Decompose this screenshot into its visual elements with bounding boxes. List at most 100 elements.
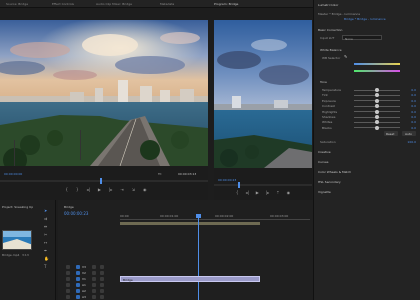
slider-knob[interactable] xyxy=(375,98,379,103)
lumetri-row-slider[interactable] xyxy=(354,120,400,125)
track-sync-icon[interactable] xyxy=(92,289,96,293)
selection-tool-icon[interactable]: ➤ xyxy=(44,208,47,213)
track-select-icon[interactable]: ⇉ xyxy=(44,216,47,221)
sequence-tab[interactable]: Bridge xyxy=(64,205,74,209)
timeline-playhead[interactable] xyxy=(198,214,199,300)
track-eye-icon[interactable] xyxy=(100,277,104,281)
section-curves[interactable]: Curves xyxy=(318,160,328,164)
track-target-icon[interactable] xyxy=(76,289,80,293)
lumetri-row-slider[interactable] xyxy=(354,93,400,98)
work-area-bar[interactable] xyxy=(120,222,260,225)
slider-knob[interactable] xyxy=(375,88,379,92)
lumetri-row-value[interactable]: 0.0 xyxy=(411,126,416,130)
track-target-icon[interactable] xyxy=(76,271,80,275)
track-target-icon[interactable] xyxy=(76,277,80,281)
slider-knob[interactable] xyxy=(375,125,379,130)
lumetri-row-slider[interactable] xyxy=(354,88,400,92)
track-target-icon[interactable] xyxy=(76,295,80,299)
lumetri-row-value[interactable]: 0.0 xyxy=(411,110,416,114)
lumetri-row-value[interactable]: 0.0 xyxy=(411,120,416,124)
track-lock-icon[interactable] xyxy=(66,265,70,269)
basic-correction-header[interactable]: Basic Correction xyxy=(318,28,342,32)
track-sync-icon[interactable] xyxy=(92,271,96,275)
track-target-icon[interactable] xyxy=(76,283,80,287)
lumetri-row-slider[interactable] xyxy=(354,104,400,109)
program-playhead[interactable] xyxy=(238,182,240,188)
project-clip-thumbnail[interactable] xyxy=(2,230,32,250)
auto-button[interactable]: Auto xyxy=(402,131,416,136)
slider-knob[interactable] xyxy=(375,120,379,125)
prog-play-icon[interactable]: ▶ xyxy=(256,190,259,198)
source-timecode-in[interactable]: 00:00:00:00 xyxy=(4,172,22,176)
lumetri-row-slider[interactable] xyxy=(354,98,400,103)
timeline-ruler[interactable]: 00:00 00:00:01:00 00:00:02:00 00:00:03:0… xyxy=(120,214,310,220)
track-sync-icon[interactable] xyxy=(92,265,96,269)
camera-icon[interactable]: ◉ xyxy=(143,187,147,195)
mark-in-icon[interactable]: { xyxy=(65,187,68,195)
track-eye-icon[interactable] xyxy=(100,271,104,275)
track-lock-icon[interactable] xyxy=(66,271,70,275)
track-eye-icon[interactable] xyxy=(100,289,104,293)
track-lock-icon[interactable] xyxy=(66,283,70,287)
slider-knob[interactable] xyxy=(375,109,379,114)
source-scrub-bar[interactable] xyxy=(0,180,208,182)
source-playhead[interactable] xyxy=(100,178,102,184)
track-sync-icon[interactable] xyxy=(92,295,96,299)
section-vignette[interactable]: Vignette xyxy=(318,190,331,194)
lumetri-row-value[interactable]: 0.0 xyxy=(411,99,416,103)
prog-mark-in-icon[interactable]: { xyxy=(236,190,239,198)
video-clip[interactable]: Bridge xyxy=(120,276,260,282)
tab-effect-controls[interactable]: Effect Controls xyxy=(52,2,74,6)
step-forward-icon[interactable]: |▸ xyxy=(109,187,112,195)
ripple-edit-icon[interactable]: ⇹ xyxy=(44,224,47,229)
prog-step-back-icon[interactable]: ◂| xyxy=(245,190,248,198)
tab-audio-mixer[interactable]: Audio Clip Mixer: Bridge xyxy=(96,2,132,6)
program-timecode[interactable]: 00:00:00:23 xyxy=(218,178,236,182)
slider-knob[interactable] xyxy=(375,104,379,109)
track-sync-icon[interactable] xyxy=(92,277,96,281)
lumetri-row-slider[interactable] xyxy=(354,115,400,119)
section-color-wheels[interactable]: Color Wheels & Match xyxy=(318,170,351,174)
track-eye-icon[interactable] xyxy=(100,283,104,287)
tab-program[interactable]: Program: Bridge xyxy=(214,2,238,6)
track-lock-icon[interactable] xyxy=(66,277,70,281)
razor-tool-icon[interactable]: ✂ xyxy=(44,232,47,237)
mark-out-icon[interactable]: } xyxy=(76,187,79,195)
timeline-timecode[interactable]: 00:00:00:23 xyxy=(64,211,88,216)
lumetri-row-value[interactable]: 0.0 xyxy=(411,88,416,92)
prog-camera-icon[interactable]: ◉ xyxy=(287,190,291,198)
hand-tool-icon[interactable]: ✋ xyxy=(44,256,49,261)
source-fit-select[interactable]: Fit xyxy=(158,172,162,176)
track-sync-icon[interactable] xyxy=(92,283,96,287)
lumetri-row-value[interactable]: 0.0 xyxy=(411,115,416,119)
step-back-icon[interactable]: ◂| xyxy=(87,187,90,195)
section-hsl-secondary[interactable]: HSL Secondary xyxy=(318,180,341,184)
insert-icon[interactable]: ⇥ xyxy=(120,187,123,195)
lumetri-row-slider[interactable] xyxy=(354,125,400,130)
track-target-icon[interactable] xyxy=(76,265,80,269)
program-monitor-video[interactable] xyxy=(214,20,312,168)
reset-button[interactable]: Reset xyxy=(384,131,398,136)
program-scrub-bar[interactable] xyxy=(214,184,312,186)
pen-tool-icon[interactable]: ✒ xyxy=(44,248,47,253)
type-tool-icon[interactable]: T xyxy=(44,264,46,269)
lumetri-breadcrumb[interactable]: Master * Bridge - luminance xyxy=(318,12,360,16)
project-title[interactable]: Project: Sneaking Up xyxy=(2,205,33,209)
track-eye-icon[interactable] xyxy=(100,295,104,299)
input-lut-select[interactable]: None xyxy=(342,35,382,41)
saturation-value[interactable]: 100.0 xyxy=(407,140,416,144)
track-eye-icon[interactable] xyxy=(100,265,104,269)
overwrite-icon[interactable]: ⇲ xyxy=(132,187,135,195)
slip-tool-icon[interactable]: ↔ xyxy=(44,240,47,245)
lumetri-title[interactable]: Lumetri Color xyxy=(318,3,338,7)
tab-source[interactable]: Source: Bridge xyxy=(6,2,28,6)
section-creative[interactable]: Creative xyxy=(318,150,331,154)
source-monitor-video[interactable] xyxy=(0,20,208,166)
lumetri-row-value[interactable]: 0.0 xyxy=(411,93,416,97)
playhead-handle[interactable] xyxy=(196,214,201,218)
eyedropper-icon[interactable]: ✎ xyxy=(344,54,347,59)
track-lock-icon[interactable] xyxy=(66,295,70,299)
tab-metadata[interactable]: Metadata xyxy=(160,2,174,6)
lumetri-row-value[interactable]: 0.0 xyxy=(411,104,416,108)
prog-step-forward-icon[interactable]: |▸ xyxy=(266,190,269,198)
